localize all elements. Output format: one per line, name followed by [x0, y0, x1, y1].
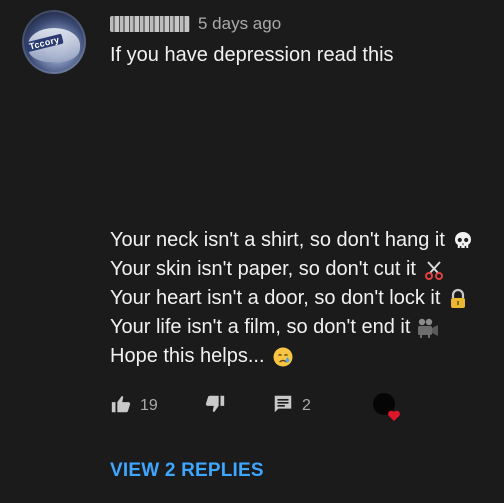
comment-line: Hope this helps... — [110, 342, 475, 371]
scissors-icon — [422, 258, 446, 282]
movie-camera-icon — [416, 316, 440, 340]
comment-meta: 5 days ago — [110, 12, 281, 36]
comment-line: Your life isn't a film, so don't end it — [110, 313, 475, 342]
view-replies-button[interactable]: VIEW 2 REPLIES — [110, 460, 264, 482]
comment-line: Your skin isn't paper, so don't cut it — [110, 255, 475, 284]
avatar-ring — [22, 10, 86, 74]
thumbs-up-icon[interactable] — [110, 393, 132, 420]
comment-headline: If you have depression read this — [110, 44, 394, 66]
commenter-avatar[interactable]: Tccory — [22, 10, 86, 74]
comment-timestamp[interactable]: 5 days ago — [198, 14, 281, 34]
creator-heart-icon — [372, 392, 400, 421]
redacted-username[interactable] — [110, 16, 190, 32]
comment-body: Your neck isn't a shirt, so don't hang i… — [110, 226, 475, 371]
comment-line-text: Your heart isn't a door, so don't lock i… — [110, 287, 441, 309]
comment-line-text: Your skin isn't paper, so don't cut it — [110, 258, 416, 280]
comment-line: Your neck isn't a shirt, so don't hang i… — [110, 226, 475, 255]
thumbs-down-icon[interactable] — [204, 393, 226, 420]
reply-action: 2 — [272, 393, 311, 420]
lock-icon — [446, 287, 470, 311]
skull-icon — [451, 229, 475, 253]
comment-line-text: Hope this helps... — [110, 345, 265, 367]
comment-actions: 19 2 — [110, 392, 311, 420]
like-count: 19 — [140, 397, 158, 414]
reply-icon[interactable] — [272, 393, 294, 420]
crying-face-icon — [271, 345, 295, 369]
reply-count: 2 — [302, 397, 311, 414]
comment-line: Your heart isn't a door, so don't lock i… — [110, 284, 475, 313]
like-action: 19 — [110, 393, 170, 420]
comment-line-text: Your neck isn't a shirt, so don't hang i… — [110, 229, 445, 251]
dislike-action — [204, 393, 272, 420]
comment-line-text: Your life isn't a film, so don't end it — [110, 316, 411, 338]
